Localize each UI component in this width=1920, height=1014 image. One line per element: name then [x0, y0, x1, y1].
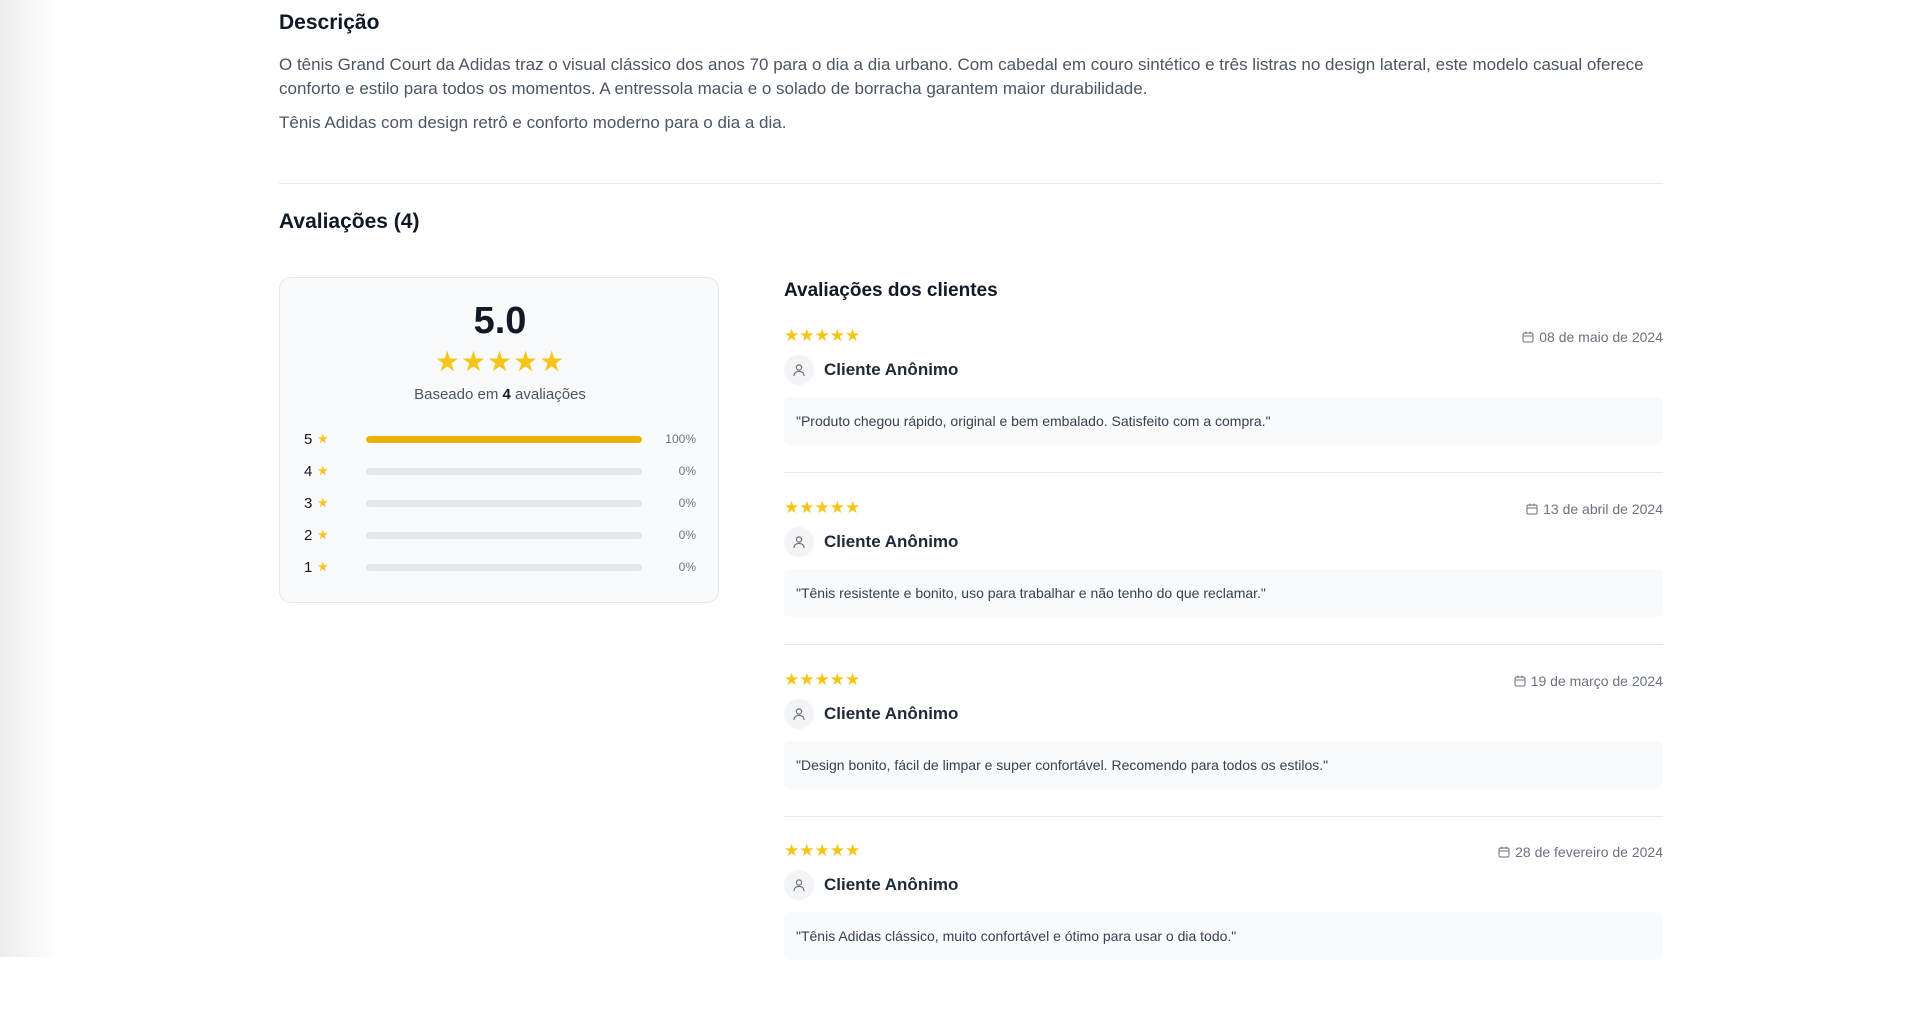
rating-distribution-row: 3 ★ 0% — [304, 494, 696, 514]
based-suffix: avaliações — [515, 386, 586, 403]
user-avatar-icon — [784, 699, 814, 729]
rating-percent: 0% — [678, 560, 696, 574]
review-divider — [784, 644, 1663, 645]
product-details: Descrição O tênis Grand Court da Adidas … — [279, 0, 1663, 960]
user-avatar-icon — [784, 355, 814, 385]
review-author: Cliente Anônimo — [824, 704, 959, 723]
section-divider — [279, 183, 1663, 184]
calendar-icon — [1498, 846, 1510, 858]
review-date: 19 de março de 2024 — [1514, 673, 1663, 689]
rating-number: 5 — [304, 431, 313, 448]
rating-percent: 0% — [678, 464, 696, 478]
review-stars-icon: ★★★★★ — [784, 326, 861, 345]
description-title: Descrição — [279, 11, 380, 34]
page-edge-shadow — [0, 0, 60, 957]
star-icon: ★ — [317, 431, 329, 446]
review-item: ★★★★★ 28 de fevereiro de 2024 Cliente An… — [784, 842, 1663, 1014]
user-avatar-icon — [784, 870, 814, 900]
review-divider — [784, 472, 1663, 473]
rating-percent: 0% — [678, 496, 696, 510]
rating-bar-track — [366, 468, 642, 475]
user-avatar-icon — [784, 527, 814, 557]
star-icon: ★ — [317, 495, 329, 510]
review-comment: "Tênis resistente e bonito, uso para tra… — [784, 569, 1663, 617]
star-icon: ★ — [317, 527, 329, 542]
review-date: 13 de abril de 2024 — [1526, 501, 1663, 517]
calendar-icon — [1526, 503, 1538, 515]
rating-bar-fill — [366, 436, 642, 443]
rating-bar-track — [366, 532, 642, 539]
description-text: O tênis Grand Court da Adidas traz o vis… — [279, 55, 1644, 98]
review-comment: "Tênis Adidas clássico, muito confortáve… — [784, 912, 1663, 960]
based-on-count: Baseado em 4 avaliações — [280, 386, 720, 403]
rating-number: 3 — [304, 495, 313, 512]
rating-percent: 0% — [678, 528, 696, 542]
review-date-text: 28 de fevereiro de 2024 — [1515, 844, 1663, 860]
customer-reviews-title: Avaliações dos clientes — [784, 280, 998, 301]
review-date-text: 13 de abril de 2024 — [1543, 501, 1663, 517]
review-date: 08 de maio de 2024 — [1522, 329, 1663, 345]
description-short: Tênis Adidas com design retrô e conforto… — [279, 113, 787, 132]
review-item: ★★★★★ 13 de abril de 2024 Cliente Anônim… — [784, 499, 1663, 671]
review-author: Cliente Anônimo — [824, 875, 959, 894]
review-comment: "Design bonito, fácil de limpar e super … — [784, 741, 1663, 789]
review-stars-icon: ★★★★★ — [784, 498, 861, 517]
calendar-icon — [1514, 675, 1526, 687]
rating-percent: 100% — [665, 432, 696, 446]
rating-distribution-row: 1 ★ 0% — [304, 558, 696, 578]
review-item: ★★★★★ 08 de maio de 2024 Cliente Anônimo… — [784, 327, 1663, 499]
rating-distribution-row: 4 ★ 0% — [304, 462, 696, 482]
review-comment: "Produto chegou rápido, original e bem e… — [784, 397, 1663, 445]
rating-number: 2 — [304, 527, 313, 544]
review-date-text: 08 de maio de 2024 — [1539, 329, 1663, 345]
based-prefix: Baseado em — [414, 386, 499, 403]
rating-number: 1 — [304, 559, 313, 576]
rating-bar-track — [366, 436, 642, 443]
review-author: Cliente Anônimo — [824, 532, 959, 551]
review-date: 28 de fevereiro de 2024 — [1498, 844, 1663, 860]
review-item: ★★★★★ 19 de março de 2024 Cliente Anônim… — [784, 671, 1663, 843]
review-date-text: 19 de março de 2024 — [1530, 673, 1663, 689]
review-stars-icon: ★★★★★ — [784, 841, 861, 860]
rating-summary-card: 5.0 ★★★★★ Baseado em 4 avaliações 5 ★ 10… — [279, 277, 719, 603]
review-count: 4 — [502, 386, 511, 403]
review-divider — [784, 816, 1663, 817]
rating-distribution-row: 2 ★ 0% — [304, 526, 696, 546]
rating-bar-track — [366, 564, 642, 571]
calendar-icon — [1522, 331, 1534, 343]
star-icon: ★ — [317, 559, 329, 574]
reviews-title: Avaliações (4) — [279, 210, 420, 233]
average-rating: 5.0 — [473, 300, 527, 342]
review-stars-icon: ★★★★★ — [784, 670, 861, 689]
rating-bar-track — [366, 500, 642, 507]
average-stars-icon: ★★★★★ — [434, 346, 566, 377]
rating-number: 4 — [304, 463, 313, 480]
rating-distribution-row: 5 ★ 100% — [304, 430, 696, 450]
review-author: Cliente Anônimo — [824, 360, 959, 379]
star-icon: ★ — [317, 463, 329, 478]
